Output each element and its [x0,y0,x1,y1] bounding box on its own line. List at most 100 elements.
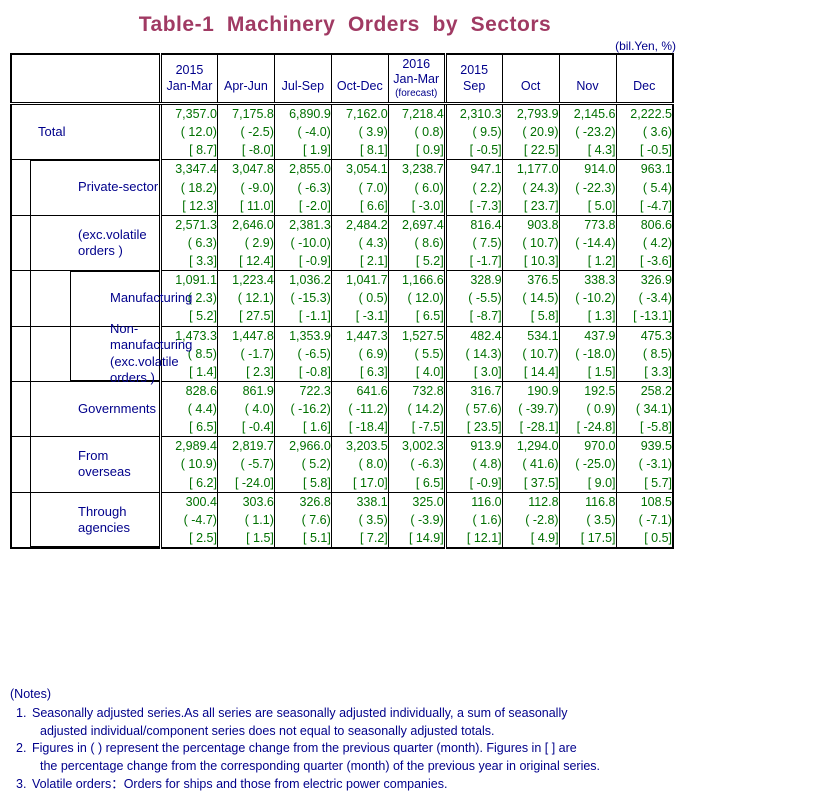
data-cell: 970.0 ( -25.0) [ 9.0] [558,436,617,493]
note-item: Volatile orders：Orders for ships and tho… [16,776,710,794]
data-cell: 3,047.8 ( -9.0) [ 11.0] [216,159,275,216]
note-line: adjusted individual/component series doe… [40,723,495,738]
cell-yoy-change: [ 4.0] [415,364,444,379]
column-header-apr-jun: Apr-Jun [216,53,275,105]
header-year: 2015 [460,62,489,77]
cell-yoy-change: [ -7.3] [469,198,502,213]
header-year [218,63,274,79]
row-label-wrap: Private-sector [12,160,159,214]
cell-yoy-change: [ 12.4] [239,254,274,268]
data-cell: 2,819.7 ( -5.7) [ -24.0] [216,436,275,493]
cell-qoq-change: ( 6.9) [358,346,388,361]
cell-value: 7,175.8 [232,107,274,121]
cell-yoy-change: [ 6.5] [189,420,217,435]
data-cell: 2,484.2 ( 4.3) [ 2.1] [330,214,389,272]
cell-value: 1,166.6 [401,273,444,288]
cell-qoq-change: ( -6.3) [297,180,331,195]
cell-value: 1,177.0 [516,162,559,177]
cell-qoq-change: ( 4.0) [244,402,274,416]
cell-yoy-change: [ 5.2] [415,254,444,268]
cell-qoq-change: ( -6.3) [410,457,444,472]
cell-value: 1,447.3 [346,328,388,343]
cell-yoy-change: [ 0.9] [415,143,444,158]
cell-yoy-change: [ 2.3] [246,364,274,379]
cell-value: 2,646.0 [232,217,274,232]
cell-qoq-change: ( 5.4) [642,180,672,195]
data-cell: 1,166.6 ( 12.0) [ 6.5] [387,270,446,327]
cell-value: 190.9 [527,383,559,398]
data-cell: 1,447.8 ( -1.7) [ 2.3] [216,325,275,382]
data-cell: 108.5 ( -7.1) [ 0.5] [615,491,674,549]
cell-qoq-change: ( 12.0) [407,291,444,306]
data-cell: 1,353.9 ( -6.5) [ -0.8] [273,325,332,382]
header-period: Sep [463,78,486,93]
cell-value: 732.8 [412,383,444,398]
data-cell: 2,310.3 ( 9.5) [ -0.5] [443,102,503,161]
row-label-wrap: Through agencies [12,493,159,547]
cell-yoy-change: [ 12.1] [466,530,502,545]
row-label-cell: From overseas [10,436,161,493]
cell-value: 947.1 [470,162,502,177]
cell-yoy-change: [ 8.7] [189,143,217,158]
cell-value: 7,162.0 [346,107,388,121]
cell-qoq-change: ( -9.0) [240,180,274,195]
cell-qoq-change: ( 5.2) [301,457,331,472]
note-line: Seasonally adjusted series.As all series… [32,705,568,720]
cell-value: 816.4 [470,217,502,232]
cell-qoq-change: ( 10.9) [180,457,217,472]
cell-value: 338.1 [356,494,388,509]
cell-qoq-change: ( 9.5) [472,125,502,140]
cell-value: 376.5 [527,273,559,288]
machinery-orders-table-container: 2015 Jan-Mar Apr-Jun Jul-Sep Oct-Dec 2016 J… [10,53,674,549]
header-period: Oct [520,78,541,93]
column-header-jan-mar: 2016 Jan-Mar (forecast) [387,53,446,105]
data-cell: 732.8 ( 14.2) [ -7.5] [387,380,446,438]
cell-qoq-change: ( -5.7) [240,457,274,472]
cell-yoy-change: [ 17.0] [353,475,388,490]
column-header-sep: 2015 Sep [443,53,503,105]
header-row: 2015 Jan-Mar Apr-Jun Jul-Sep Oct-Dec 2016 J… [10,53,674,105]
cell-value: 939.5 [640,439,672,454]
row-label-cell: (exc.volatile orders ) [10,214,161,272]
data-cell: 2,646.0 ( 2.9) [ 12.4] [216,214,275,272]
data-cell: 3,002.3 ( -6.3) [ 6.5] [387,436,446,493]
cell-yoy-change: [ 7.2] [359,530,388,545]
data-cell: 1,527.5 ( 5.5) [ 4.0] [387,325,446,382]
cell-qoq-change: ( 2.2) [472,180,502,195]
cell-qoq-change: ( 34.1) [635,402,672,416]
cell-value: 475.3 [640,328,672,343]
cell-value: 903.8 [527,217,559,232]
row-label-cell: Non-manufacturing (exc.volatile orders ) [10,321,192,385]
cell-qoq-change: ( 2.9) [244,235,274,250]
cell-value: 1,353.9 [289,328,331,343]
cell-yoy-change: [ -0.5] [640,143,672,158]
cell-value: 3,238.7 [401,162,444,177]
cell-value: 722.3 [299,383,331,398]
cell-value: 861.9 [242,383,274,398]
cell-value: 1,294.0 [516,439,559,454]
cell-yoy-change: [ -0.9] [298,254,331,268]
note-item: Seasonally adjusted series.As all series… [16,705,710,741]
table-row: Total 7,357.0 ( 12.0) [ 8.7] 7,175.8 ( -2.5) [… [10,102,674,161]
cell-value: 2,697.4 [401,217,444,232]
column-header-dec: Dec [615,53,674,105]
cell-value: 325.0 [412,494,444,509]
note-line: the percentage change from the correspon… [40,759,601,773]
data-cell: 773.8 ( -14.4) [ 1.2] [558,214,617,272]
cell-yoy-change: [ 37.5] [523,475,559,490]
data-cell: 258.2 ( 34.1) [ -5.8] [615,380,674,438]
data-cell: 2,571.3 ( 6.3) [ 3.3] [159,214,218,272]
cell-yoy-change: [ 23.7] [523,198,559,213]
data-cell: 1,041.7 ( 0.5) [ -3.1] [330,270,389,327]
cell-value: 1,041.7 [346,273,388,288]
data-cell: 475.3 ( 8.5) [ 3.3] [615,325,674,382]
header-period: Nov [576,78,599,93]
cell-yoy-change: [ -13.1] [633,309,672,324]
cell-yoy-change: [ 27.5] [239,309,274,324]
cell-qoq-change: ( 0.9) [586,402,616,416]
cell-value: 1,091.1 [175,273,217,288]
row-label-wrap: Manufacturing [12,271,192,325]
data-cell: 963.1 ( 5.4) [ -4.7] [615,159,674,216]
cell-yoy-change: [ -1.7] [469,254,502,268]
column-header-jul-sep: Jul-Sep [273,53,332,105]
